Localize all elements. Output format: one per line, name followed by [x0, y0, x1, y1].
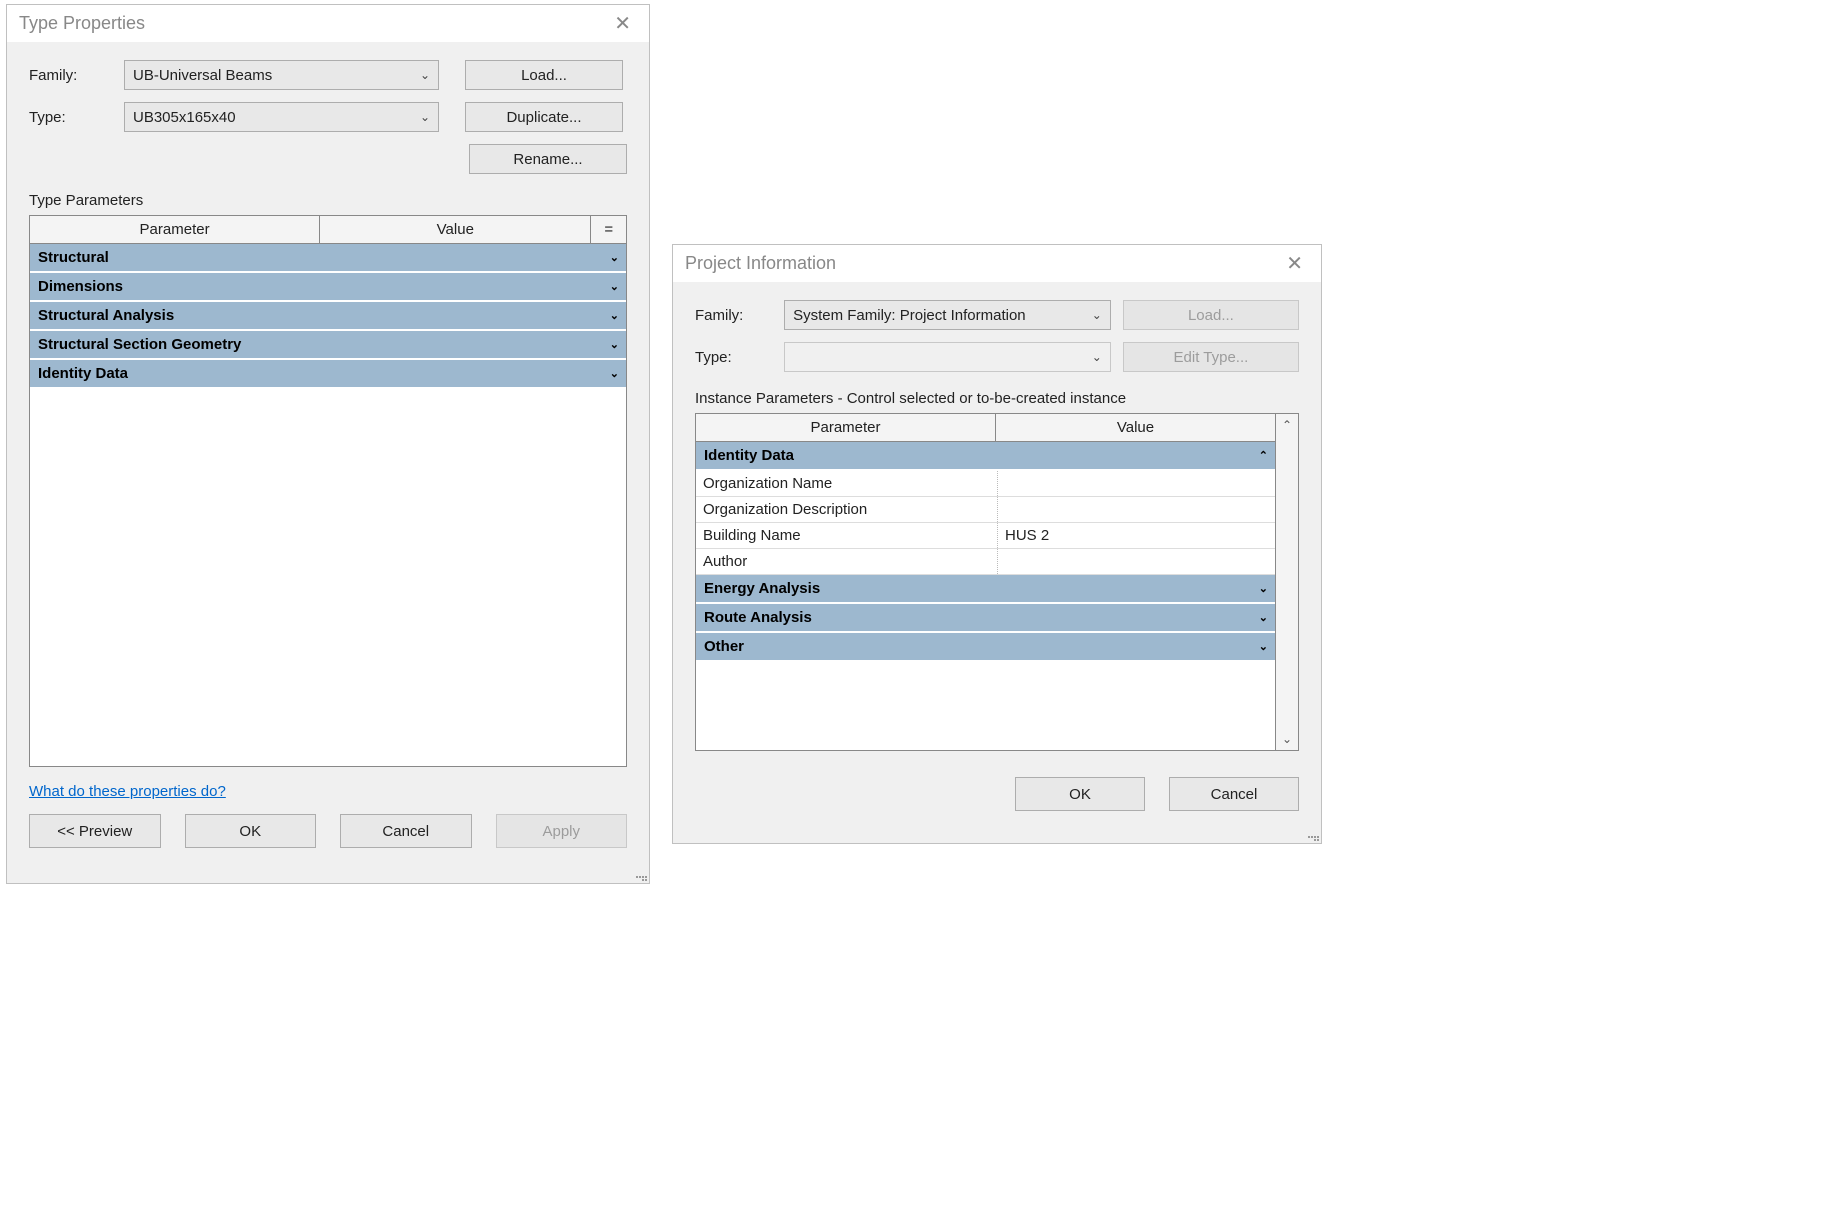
group-structural-section-geometry[interactable]: Structural Section Geometry ⌄ — [30, 331, 626, 360]
close-icon[interactable]: ✕ — [1280, 254, 1309, 274]
group-identity-data[interactable]: Identity Data ⌄ — [30, 360, 626, 389]
close-icon[interactable]: ✕ — [608, 14, 637, 34]
family-select[interactable]: System Family: Project Information ⌄ — [784, 300, 1111, 330]
param-value[interactable] — [998, 497, 1275, 522]
family-value: System Family: Project Information — [793, 307, 1026, 324]
collapse-icon: ⌄ — [1259, 611, 1267, 624]
type-value: UB305x165x40 — [133, 109, 236, 126]
scroll-down-icon[interactable]: ⌄ — [1282, 732, 1292, 746]
cancel-button[interactable]: Cancel — [1169, 777, 1299, 811]
col-value-header[interactable]: Value — [320, 216, 591, 244]
collapse-icon: ⌄ — [1259, 582, 1267, 595]
scroll-up-icon[interactable]: ⌃ — [1282, 418, 1292, 432]
load-button[interactable]: Load... — [465, 60, 623, 90]
param-name: Organization Name — [696, 471, 998, 496]
chevron-down-icon: ⌄ — [1092, 308, 1102, 322]
preview-button[interactable]: << Preview — [29, 814, 161, 848]
col-parameter-header[interactable]: Parameter — [30, 216, 320, 244]
ok-button[interactable]: OK — [185, 814, 317, 848]
scrollbar[interactable]: ⌃ ⌄ — [1276, 413, 1299, 751]
help-link[interactable]: What do these properties do? — [29, 783, 226, 800]
family-select[interactable]: UB-Universal Beams ⌄ — [124, 60, 439, 90]
resize-grip-icon[interactable] — [1307, 829, 1319, 841]
collapse-icon: ⌄ — [610, 251, 618, 264]
chevron-down-icon: ⌄ — [420, 68, 430, 82]
param-value[interactable] — [998, 549, 1275, 574]
type-label: Type: — [29, 109, 124, 126]
type-properties-dialog: Type Properties ✕ Family: UB-Universal B… — [6, 4, 650, 884]
type-label: Type: — [695, 349, 784, 366]
family-label: Family: — [29, 67, 124, 84]
table-row[interactable]: Organization Description — [696, 497, 1275, 523]
table-blank-area — [30, 389, 626, 734]
cancel-button[interactable]: Cancel — [340, 814, 472, 848]
group-energy-analysis[interactable]: Energy Analysis ⌄ — [696, 575, 1275, 604]
family-value: UB-Universal Beams — [133, 67, 272, 84]
param-value[interactable] — [998, 471, 1275, 496]
table-blank-area — [696, 662, 1275, 684]
instance-parameters-table: Parameter Value Identity Data ⌃ Organiza… — [695, 413, 1276, 751]
chevron-down-icon: ⌄ — [1092, 350, 1102, 364]
load-button: Load... — [1123, 300, 1299, 330]
type-select[interactable]: ⌄ — [784, 342, 1111, 372]
dialog-title-text: Project Information — [685, 253, 836, 274]
collapse-icon: ⌄ — [610, 338, 618, 351]
expand-icon: ⌃ — [1259, 449, 1267, 462]
table-row[interactable]: Building Name HUS 2 — [696, 523, 1275, 549]
rename-button[interactable]: Rename... — [469, 144, 627, 174]
param-value[interactable]: HUS 2 — [998, 523, 1275, 548]
dialog-titlebar: Project Information ✕ — [673, 245, 1321, 282]
instance-parameters-label: Instance Parameters - Control selected o… — [695, 390, 1299, 407]
collapse-icon: ⌄ — [610, 309, 618, 322]
param-name: Building Name — [696, 523, 998, 548]
type-parameters-label: Type Parameters — [29, 192, 627, 209]
dialog-titlebar: Type Properties ✕ — [7, 5, 649, 42]
col-value-header[interactable]: Value — [996, 414, 1275, 442]
col-eq-header[interactable]: = — [591, 216, 626, 244]
ok-button[interactable]: OK — [1015, 777, 1145, 811]
type-parameters-table: Parameter Value = Structural ⌄ Dimension… — [29, 215, 627, 767]
collapse-icon: ⌄ — [610, 367, 618, 380]
edit-type-button: Edit Type... — [1123, 342, 1299, 372]
group-structural[interactable]: Structural ⌄ — [30, 244, 626, 273]
type-select[interactable]: UB305x165x40 ⌄ — [124, 102, 439, 132]
apply-button[interactable]: Apply — [496, 814, 628, 848]
group-dimensions[interactable]: Dimensions ⌄ — [30, 273, 626, 302]
family-label: Family: — [695, 307, 784, 324]
project-information-dialog: Project Information ✕ Family: System Fam… — [672, 244, 1322, 844]
group-other[interactable]: Other ⌄ — [696, 633, 1275, 662]
collapse-icon: ⌄ — [610, 280, 618, 293]
param-name: Author — [696, 549, 998, 574]
table-row[interactable]: Author — [696, 549, 1275, 575]
group-identity-data[interactable]: Identity Data ⌃ — [696, 442, 1275, 471]
resize-grip-icon[interactable] — [635, 869, 647, 881]
chevron-down-icon: ⌄ — [420, 110, 430, 124]
group-structural-analysis[interactable]: Structural Analysis ⌄ — [30, 302, 626, 331]
duplicate-button[interactable]: Duplicate... — [465, 102, 623, 132]
group-route-analysis[interactable]: Route Analysis ⌄ — [696, 604, 1275, 633]
dialog-title-text: Type Properties — [19, 13, 145, 34]
collapse-icon: ⌄ — [1259, 640, 1267, 653]
col-parameter-header[interactable]: Parameter — [696, 414, 996, 442]
param-name: Organization Description — [696, 497, 998, 522]
table-row[interactable]: Organization Name — [696, 471, 1275, 497]
